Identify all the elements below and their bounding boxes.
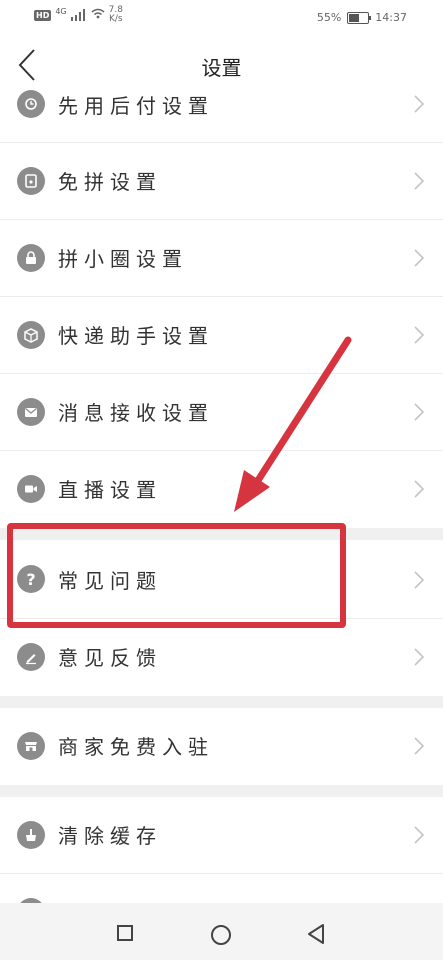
section-separator — [0, 696, 443, 708]
lock-icon — [17, 244, 45, 272]
settings-item-messages[interactable]: 消息接收设置 — [0, 374, 443, 451]
settings-list: 先用后付设置 免拼设置 拼小圈设置 快递助手设置 消息接收设置 直播设置 ? 常… — [0, 90, 443, 924]
page-title: 设置 — [201, 56, 242, 80]
settings-item-label: 意见反馈 — [58, 646, 162, 670]
broom-icon — [17, 821, 45, 849]
section-separator — [0, 528, 443, 540]
package-icon — [17, 321, 45, 349]
chevron-right-icon — [414, 326, 425, 344]
header: 设置 — [0, 36, 443, 95]
wifi-icon — [91, 8, 105, 22]
settings-item-label: 清除缓存 — [58, 824, 162, 848]
hd-badge: HD — [34, 9, 52, 21]
settings-item-label: 先用后付设置 — [58, 94, 214, 118]
pencil-icon — [17, 643, 45, 671]
settings-item-label: 直播设置 — [58, 478, 162, 502]
credit-later-icon — [17, 90, 45, 118]
settings-item-label: 免拼设置 — [58, 170, 162, 194]
network-speed-unit: K/s — [108, 14, 123, 24]
settings-item-label: 快递助手设置 — [58, 324, 214, 348]
chevron-right-icon — [414, 826, 425, 844]
status-time: 14:37 — [375, 11, 407, 24]
question-icon: ? — [17, 565, 45, 593]
settings-item-free-group[interactable]: 免拼设置 — [0, 143, 443, 220]
settings-item-faq[interactable]: ? 常见问题 — [0, 540, 443, 619]
settings-item-pay-later[interactable]: 先用后付设置 — [0, 90, 443, 143]
status-bar: HD 4G 7.8 K/s 55% 14:37 — [0, 0, 443, 36]
settings-item-clear-cache[interactable]: 清除缓存 — [0, 797, 443, 874]
status-left: HD 4G 7.8 K/s — [34, 6, 123, 24]
chevron-right-icon — [414, 172, 425, 190]
chevron-right-icon — [414, 571, 425, 589]
video-camera-icon — [17, 475, 45, 503]
recent-apps-button[interactable] — [117, 925, 133, 941]
status-right: 55% 14:37 — [317, 11, 407, 24]
chevron-right-icon — [414, 95, 425, 113]
card-icon — [17, 167, 45, 195]
network-speed: 7.8 K/s — [109, 6, 123, 24]
chevron-right-icon — [414, 737, 425, 755]
settings-item-live[interactable]: 直播设置 — [0, 451, 443, 528]
back-nav-button[interactable] — [306, 923, 326, 945]
settings-item-circle[interactable]: 拼小圈设置 — [0, 220, 443, 297]
settings-item-label: 拼小圈设置 — [58, 247, 188, 271]
home-button[interactable] — [211, 925, 231, 945]
settings-item-feedback[interactable]: 意见反馈 — [0, 619, 443, 696]
section-separator — [0, 785, 443, 797]
network-type: 4G — [55, 6, 67, 16]
shop-icon — [17, 732, 45, 760]
battery-fill — [349, 13, 360, 22]
battery-percent: 55% — [316, 11, 342, 24]
settings-item-label: 商家免费入驻 — [58, 735, 214, 759]
mail-icon — [17, 398, 45, 426]
settings-item-label: 常见问题 — [58, 569, 162, 593]
chevron-right-icon — [414, 480, 425, 498]
battery-icon — [347, 11, 372, 24]
signal-icon — [70, 9, 87, 21]
settings-item-express[interactable]: 快递助手设置 — [0, 297, 443, 374]
chevron-right-icon — [414, 648, 425, 666]
system-nav-bar — [0, 903, 443, 960]
settings-item-merchant[interactable]: 商家免费入驻 — [0, 708, 443, 785]
chevron-right-icon — [414, 249, 425, 267]
chevron-right-icon — [414, 403, 425, 421]
settings-item-label: 消息接收设置 — [58, 401, 214, 425]
